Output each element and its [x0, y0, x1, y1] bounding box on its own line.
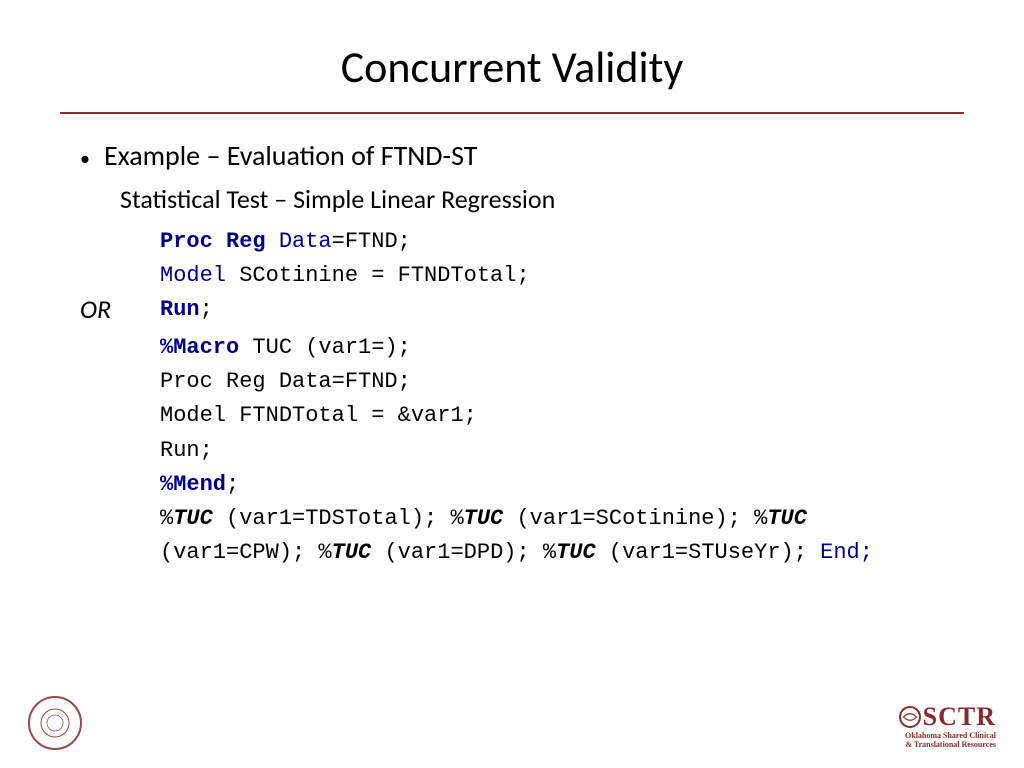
code-text: (var1=STUseYr);	[596, 540, 820, 565]
bullet-marker: •	[80, 143, 90, 169]
code-text: (var1=SCotinine); %	[503, 506, 767, 531]
code-option: Data	[279, 229, 332, 254]
sctr-acronym: SCTR	[923, 702, 996, 732]
code-line: Run;	[160, 434, 964, 468]
code-macro: TUC	[464, 506, 504, 531]
code-text: %	[160, 506, 173, 531]
university-seal-icon	[28, 696, 82, 750]
code-macro: TUC	[332, 540, 372, 565]
footer: SCTR Oklahoma Shared Clinical & Translat…	[0, 696, 1024, 750]
sub-bullet-text: Statistical Test – Simple Linear Regress…	[120, 183, 964, 215]
code-line: %Macro TUC (var1=);	[160, 331, 964, 365]
code-keyword: Run	[160, 297, 200, 322]
sctr-subtitle-2: & Translational Resources	[899, 741, 996, 750]
sctr-main-row: SCTR	[899, 702, 996, 732]
code-macro: TUC	[767, 506, 807, 531]
code-text: ;	[226, 472, 239, 497]
code-text: =FTND;	[332, 229, 411, 254]
code-line: %Mend;	[160, 468, 964, 502]
sctr-logo: SCTR Oklahoma Shared Clinical & Translat…	[899, 702, 996, 750]
slide-title: Concurrent Validity	[60, 40, 964, 94]
code-line: %TUC (var1=TDSTotal); %TUC (var1=SCotini…	[160, 502, 920, 570]
slide: Concurrent Validity • Example – Evaluati…	[0, 0, 1024, 768]
title-divider	[60, 112, 964, 114]
code-text: (var1=DPD); %	[371, 540, 556, 565]
content-area: • Example – Evaluation of FTND-ST Statis…	[60, 138, 964, 570]
code-line: Proc Reg Data=FTND;	[160, 365, 964, 399]
code-keyword: Proc Reg	[160, 229, 279, 254]
bullet-text: Example – Evaluation of FTND-ST	[104, 138, 477, 173]
code-keyword: %Mend	[160, 472, 226, 497]
code-text: SCotinine = FTNDTotal;	[226, 263, 530, 288]
code-macro: TUC	[173, 506, 213, 531]
code-text: ;	[200, 297, 213, 322]
code-block-2: %Macro TUC (var1=); Proc Reg Data=FTND; …	[160, 331, 964, 570]
code-macro: TUC	[556, 540, 596, 565]
code-keyword: %Macro	[160, 335, 239, 360]
code-option: Model	[160, 263, 226, 288]
code-line: Proc Reg Data=FTND;	[160, 225, 964, 259]
code-text: (var1=CPW); %	[160, 540, 332, 565]
sctr-emblem-icon	[899, 706, 921, 728]
code-text: (var1=TDSTotal); %	[213, 506, 464, 531]
code-line: Model SCotinine = FTNDTotal;	[160, 259, 964, 293]
code-option: End;	[820, 540, 873, 565]
code-line: Model FTNDTotal = &var1;	[160, 399, 964, 433]
code-text: TUC (var1=);	[239, 335, 411, 360]
bullet-item: • Example – Evaluation of FTND-ST	[80, 138, 964, 173]
